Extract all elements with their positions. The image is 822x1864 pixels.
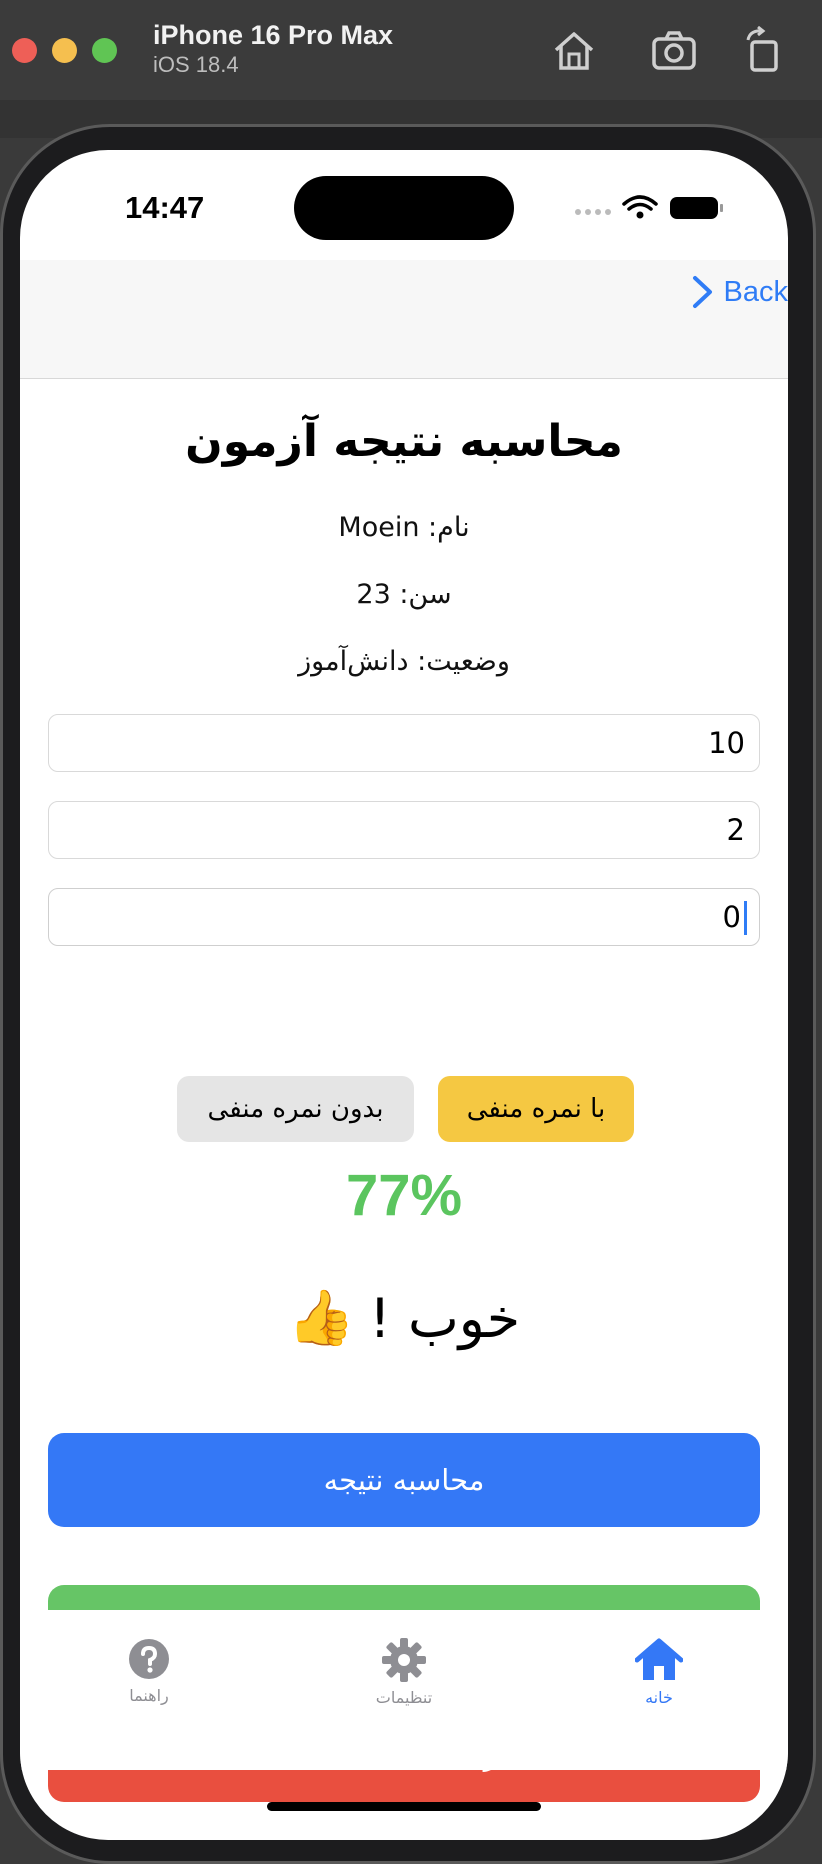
status-text: وضعیت: دانش‌آموز [298, 646, 510, 677]
battery-icon [670, 197, 723, 219]
help-icon [129, 1639, 169, 1679]
page-title: محاسبه نتیجه آزمون [185, 416, 623, 467]
tab-home-label: خانه [645, 1688, 673, 1707]
with-negative-button[interactable]: با نمره منفی [438, 1076, 634, 1142]
calculate-button[interactable]: محاسبه نتیجه [48, 1433, 760, 1527]
status-time: 14:47 [125, 190, 205, 225]
tab-help[interactable]: راهنما [89, 1638, 209, 1705]
score-input-blank[interactable] [48, 888, 760, 946]
dynamic-island [294, 176, 514, 240]
simulator-title-bar: iPhone 16 Pro Max iOS 18.4 [0, 0, 822, 101]
gear-icon [382, 1638, 426, 1682]
minimize-window-button[interactable] [52, 38, 77, 63]
verdict-text: خوب ! [369, 1286, 521, 1350]
status-icons [575, 195, 723, 219]
correct-answers-input[interactable] [49, 715, 759, 771]
chevron-right-icon [692, 276, 712, 308]
home-indicator [267, 1802, 541, 1811]
tab-bar: راهنما تنظیمات خانه [20, 1610, 788, 1770]
back-button[interactable]: Back [692, 272, 788, 312]
close-window-button[interactable] [12, 38, 37, 63]
age-text: سن: 23 [356, 579, 452, 610]
tab-settings-label: تنظیمات [375, 1688, 433, 1707]
navigation-bar [20, 260, 788, 379]
device-name: iPhone 16 Pro Max [153, 20, 394, 50]
thumbs-up-icon: 👍 [287, 1286, 356, 1349]
zoom-window-button[interactable] [92, 38, 117, 63]
wifi-dot [636, 211, 644, 219]
back-label: Back [723, 275, 788, 308]
rotate-icon[interactable] [740, 26, 788, 74]
wrong-answers-input[interactable] [49, 802, 759, 858]
text-cursor [744, 901, 747, 935]
tab-help-label: راهنما [129, 1686, 169, 1705]
score-input-correct[interactable] [48, 714, 760, 772]
camera-icon[interactable] [650, 26, 698, 74]
result-percent: 77% [345, 1163, 463, 1228]
tab-settings[interactable]: تنظیمات [344, 1638, 464, 1707]
result-verdict: خوب ! 👍 [20, 1286, 788, 1350]
cellular-signal-icon [575, 209, 611, 215]
phone-screen: 14:47 Back محاسبه نتیجه آزمون نام: Moein… [20, 150, 788, 1840]
home-icon [635, 1638, 683, 1680]
os-version: iOS 18.4 [153, 52, 239, 77]
tab-home[interactable]: خانه [599, 1638, 719, 1707]
name-text: نام: Moein [338, 512, 470, 543]
score-input-wrong[interactable] [48, 801, 760, 859]
wifi-icon [622, 195, 658, 211]
without-negative-button[interactable]: بدون نمره منفی [177, 1076, 414, 1142]
blank-answers-input[interactable] [49, 889, 759, 945]
home-icon[interactable] [550, 26, 598, 74]
